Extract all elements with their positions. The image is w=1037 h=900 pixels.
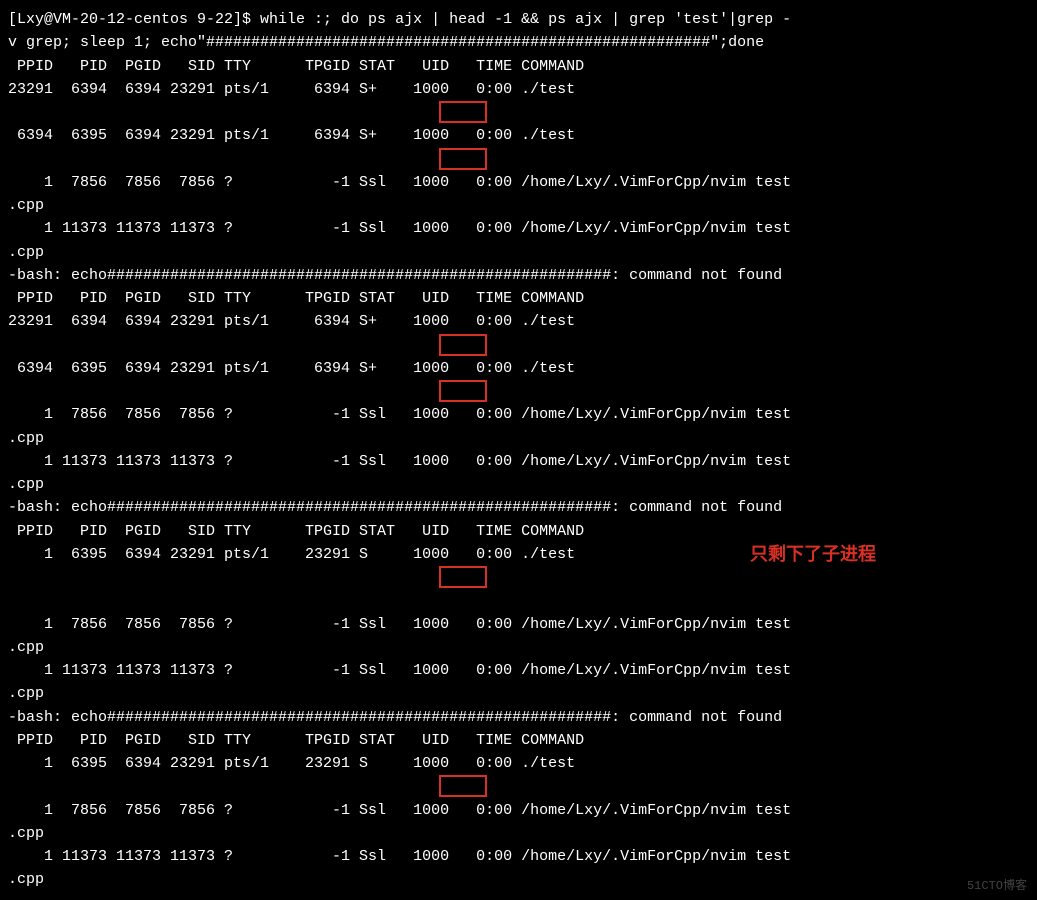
ps-row: 23291 6394 6394 23291 pts/1 6394 S+ 1000… — [8, 310, 1029, 357]
shell-prompt-line2: v grep; sleep 1; echo"##################… — [8, 31, 1029, 54]
ps-row: 1 11373 11373 11373 ? -1 Ssl 1000 0:00 /… — [8, 217, 1029, 240]
ps-row: 6394 6395 6394 23291 pts/1 6394 S+ 1000 … — [8, 357, 1029, 404]
ps-row: 23291 6394 6394 23291 pts/1 6394 S+ 1000… — [8, 78, 1029, 125]
highlight-box — [439, 566, 487, 588]
ps-row: 1 7856 7856 7856 ? -1 Ssl 1000 0:00 /hom… — [8, 171, 1029, 194]
ps-row-wrap: .cpp — [8, 241, 1029, 264]
ps-row-wrap: .cpp — [8, 636, 1029, 659]
ps-row: 1 11373 11373 11373 ? -1 Ssl 1000 0:00 /… — [8, 845, 1029, 868]
highlight-box — [439, 101, 487, 123]
ps-row: 1 7856 7856 7856 ? -1 Ssl 1000 0:00 /hom… — [8, 403, 1029, 426]
bash-error: -bash: echo#############################… — [8, 706, 1029, 729]
shell-prompt-line1: [Lxy@VM-20-12-centos 9-22]$ while :; do … — [8, 8, 1029, 31]
highlight-box — [439, 380, 487, 402]
annotation-text: 只剩下了子进程 — [750, 541, 876, 569]
ps-row-wrap: .cpp — [8, 427, 1029, 450]
ps-row-wrap: .cpp — [8, 682, 1029, 705]
watermark: 51CTO博客 — [967, 877, 1027, 896]
ps-row: 1 6395 6394 23291 pts/1 23291 S 1000 0:0… — [8, 543, 1029, 613]
ps-header: PPID PID PGID SID TTY TPGID STAT UID TIM… — [8, 520, 1029, 543]
highlight-box — [439, 334, 487, 356]
ps-row-wrap: .cpp — [8, 473, 1029, 496]
ps-row: 1 7856 7856 7856 ? -1 Ssl 1000 0:00 /hom… — [8, 799, 1029, 822]
ps-row-wrap: .cpp — [8, 194, 1029, 217]
ps-row-wrap: .cpp — [8, 822, 1029, 845]
bash-error: -bash: echo#############################… — [8, 496, 1029, 519]
ps-header: PPID PID PGID SID TTY TPGID STAT UID TIM… — [8, 729, 1029, 752]
ps-row-wrap: .cpp — [8, 868, 1029, 891]
ps-header: PPID PID PGID SID TTY TPGID STAT UID TIM… — [8, 55, 1029, 78]
ps-row: 1 11373 11373 11373 ? -1 Ssl 1000 0:00 /… — [8, 450, 1029, 473]
ps-row: 1 7856 7856 7856 ? -1 Ssl 1000 0:00 /hom… — [8, 613, 1029, 636]
bash-error: -bash: echo#############################… — [8, 264, 1029, 287]
highlight-box — [439, 148, 487, 170]
ps-row: 1 11373 11373 11373 ? -1 Ssl 1000 0:00 /… — [8, 659, 1029, 682]
ps-row: 6394 6395 6394 23291 pts/1 6394 S+ 1000 … — [8, 124, 1029, 171]
ps-header: PPID PID PGID SID TTY TPGID STAT UID TIM… — [8, 287, 1029, 310]
ps-row: 1 6395 6394 23291 pts/1 23291 S 1000 0:0… — [8, 752, 1029, 799]
highlight-box — [439, 775, 487, 797]
